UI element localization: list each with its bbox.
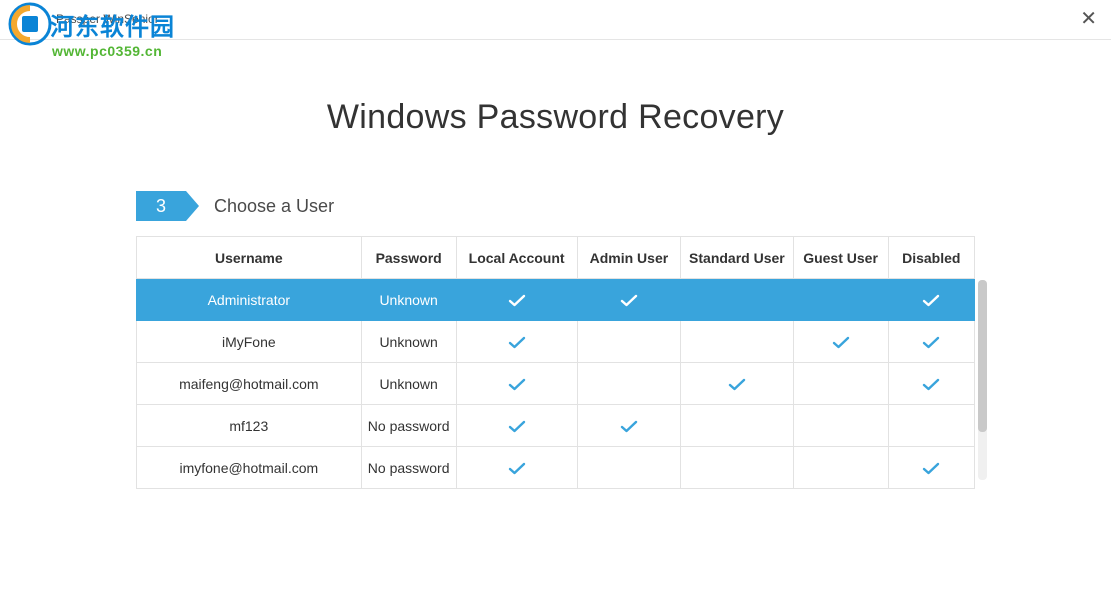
check-icon [508, 460, 526, 476]
page-title: Windows Password Recovery [40, 98, 1071, 137]
cell-admin [577, 447, 681, 489]
cell-disabled [888, 321, 974, 363]
cell-username: imyfone@hotmail.com [137, 447, 362, 489]
check-icon [922, 292, 940, 308]
cell-guest [793, 447, 888, 489]
step-label: Choose a User [214, 196, 334, 217]
cell-password: Unknown [361, 363, 456, 405]
cell-password: Unknown [361, 321, 456, 363]
table-row[interactable]: AdministratorUnknown [137, 279, 975, 321]
col-header-disabled: Disabled [888, 237, 974, 279]
col-header-local: Local Account [456, 237, 577, 279]
step-indicator: 3 Choose a User [136, 191, 1071, 221]
check-icon [508, 376, 526, 392]
step-number-badge: 3 [136, 191, 186, 221]
col-header-username: Username [137, 237, 362, 279]
cell-admin [577, 405, 681, 447]
scrollbar-track[interactable] [978, 280, 987, 480]
cell-guest [793, 321, 888, 363]
check-icon [508, 418, 526, 434]
cell-disabled [888, 405, 974, 447]
cell-username: maifeng@hotmail.com [137, 363, 362, 405]
cell-guest [793, 363, 888, 405]
table-row[interactable]: maifeng@hotmail.comUnknown [137, 363, 975, 405]
check-icon [728, 376, 746, 392]
title-bar: Passper WinSenior ✕ [0, 0, 1111, 40]
check-icon [832, 334, 850, 350]
scrollbar-thumb[interactable] [978, 280, 987, 432]
check-icon [508, 334, 526, 350]
col-header-admin: Admin User [577, 237, 681, 279]
cell-username: Administrator [137, 279, 362, 321]
check-icon [620, 418, 638, 434]
cell-standard [681, 447, 793, 489]
watermark-url: www.pc0359.cn [52, 43, 175, 59]
cell-local [456, 363, 577, 405]
cell-local [456, 279, 577, 321]
col-header-password: Password [361, 237, 456, 279]
cell-username: iMyFone [137, 321, 362, 363]
main-content: Windows Password Recovery 3 Choose a Use… [0, 98, 1111, 489]
check-icon [922, 460, 940, 476]
cell-guest [793, 405, 888, 447]
col-header-guest: Guest User [793, 237, 888, 279]
cell-admin [577, 321, 681, 363]
cell-disabled [888, 279, 974, 321]
cell-username: mf123 [137, 405, 362, 447]
cell-password: No password [361, 405, 456, 447]
cell-disabled [888, 447, 974, 489]
cell-password: Unknown [361, 279, 456, 321]
table-row[interactable]: imyfone@hotmail.comNo password [137, 447, 975, 489]
table-row[interactable]: mf123No password [137, 405, 975, 447]
col-header-standard: Standard User [681, 237, 793, 279]
cell-standard [681, 321, 793, 363]
cell-local [456, 321, 577, 363]
cell-standard [681, 405, 793, 447]
close-icon[interactable]: ✕ [1080, 9, 1097, 29]
cell-admin [577, 363, 681, 405]
table-row[interactable]: iMyFoneUnknown [137, 321, 975, 363]
check-icon [922, 334, 940, 350]
check-icon [508, 292, 526, 308]
users-table: Username Password Local Account Admin Us… [136, 236, 975, 489]
check-icon [620, 292, 638, 308]
cell-password: No password [361, 447, 456, 489]
app-title: Passper WinSenior [56, 12, 159, 26]
cell-disabled [888, 363, 974, 405]
cell-local [456, 405, 577, 447]
check-icon [922, 376, 940, 392]
cell-local [456, 447, 577, 489]
table-header-row: Username Password Local Account Admin Us… [137, 237, 975, 279]
cell-standard [681, 363, 793, 405]
cell-admin [577, 279, 681, 321]
cell-guest [793, 279, 888, 321]
cell-standard [681, 279, 793, 321]
